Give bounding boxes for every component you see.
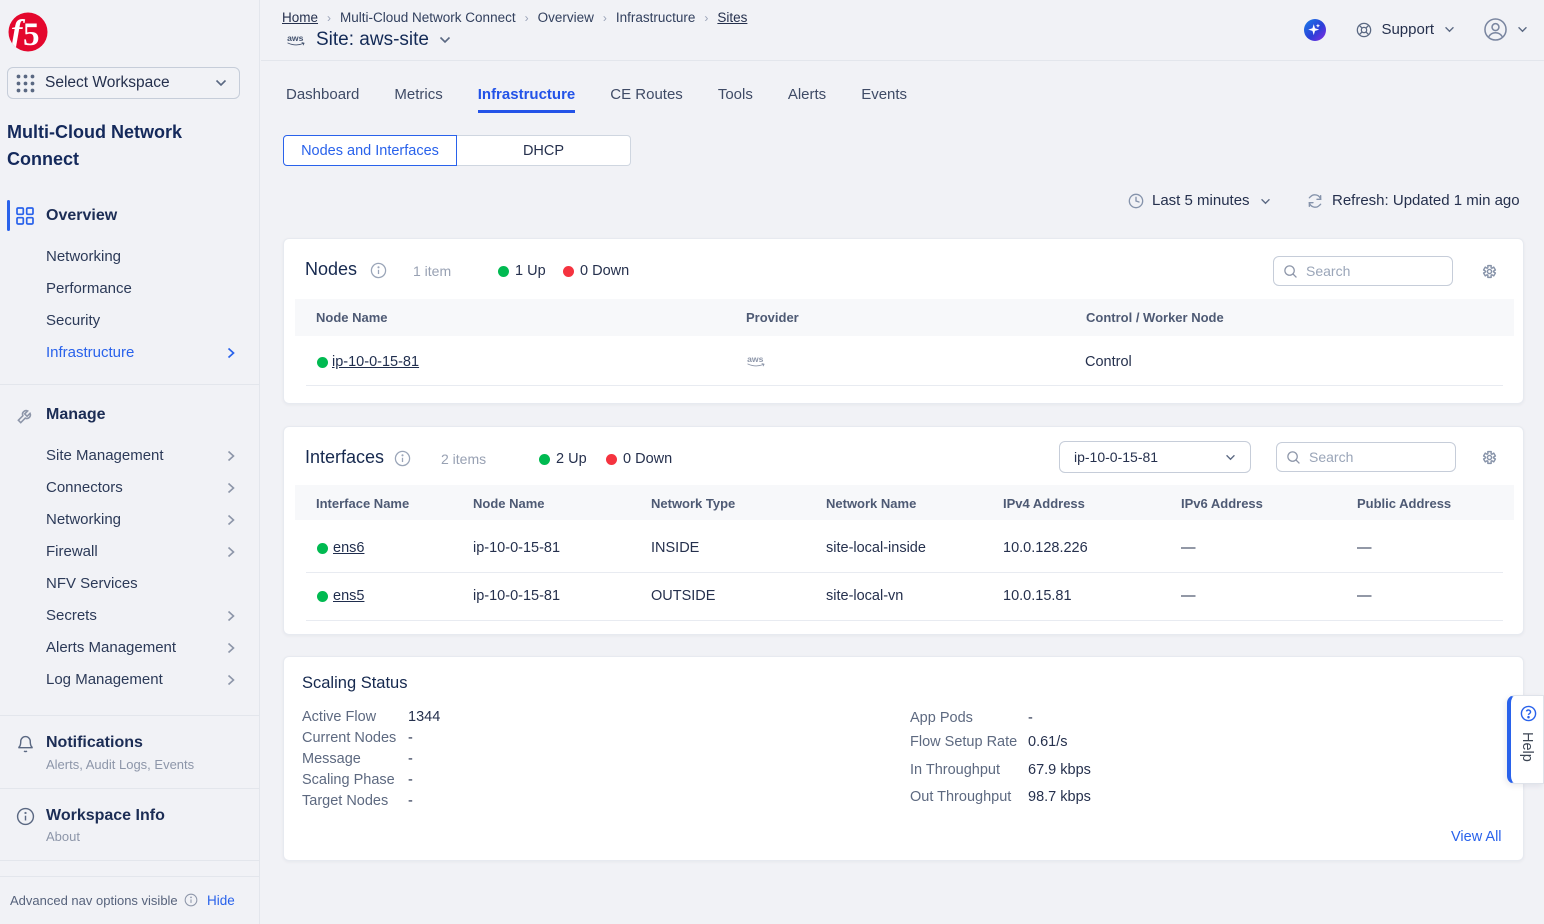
svg-text:aws: aws <box>747 354 763 364</box>
svg-text:5: 5 <box>23 17 40 52</box>
svg-text:aws: aws <box>287 33 303 43</box>
